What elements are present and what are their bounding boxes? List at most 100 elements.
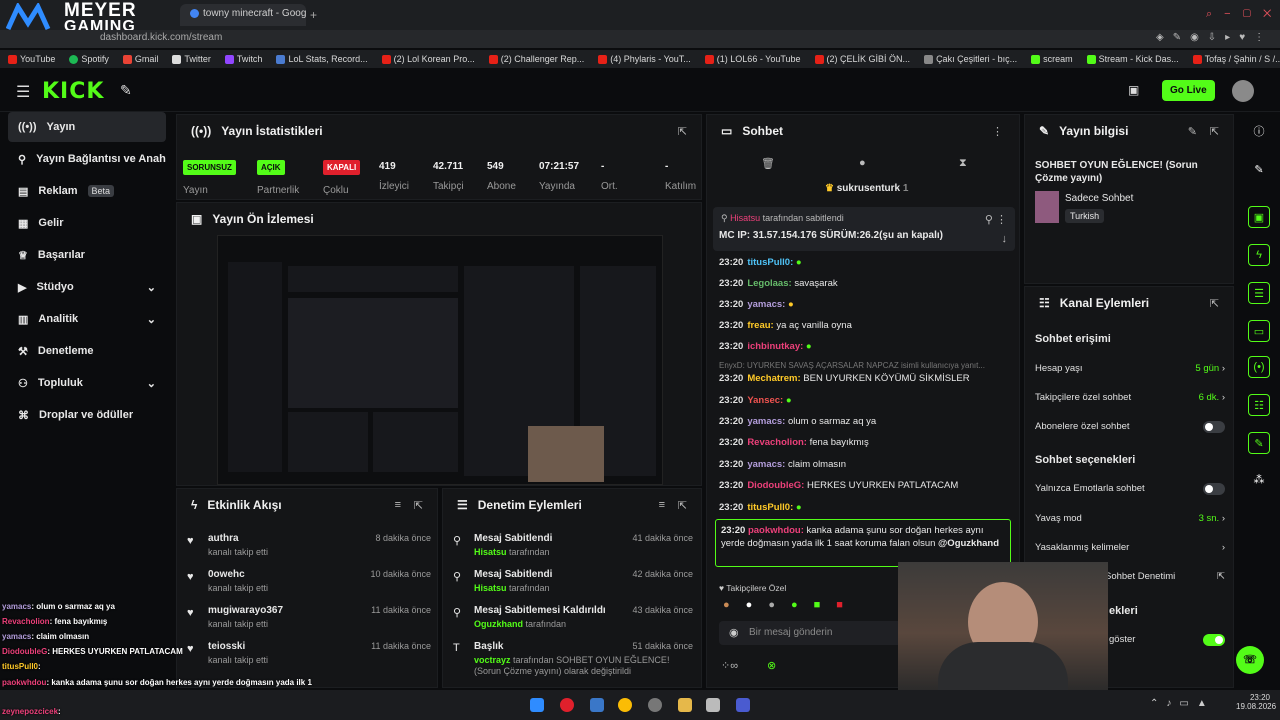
msg-mention[interactable]: @Oguzkhand — [938, 538, 999, 549]
msg-user[interactable]: titusPull0: — [747, 502, 793, 513]
msg-user[interactable]: ichbinutkay: — [747, 341, 803, 352]
msg-user[interactable]: titusPull0: — [747, 257, 793, 268]
activity-user[interactable]: 0owehc — [208, 569, 245, 580]
extension-icons[interactable]: ◈✎◉⇩▸♥⋮ — [1156, 32, 1273, 43]
video-rail-icon[interactable]: ▣ — [1248, 206, 1270, 228]
go-live-button[interactable]: Go Live — [1162, 80, 1215, 101]
address-bar[interactable]: dashboard.kick.com/stream ◈✎◉⇩▸♥⋮ — [0, 30, 1280, 48]
msg-user[interactable]: freau: — [747, 320, 773, 331]
window-controls[interactable]: ⌕−▢✕ — [1206, 8, 1280, 21]
bookmark-spotify[interactable]: Spotify — [69, 54, 109, 64]
pin-menu-icon[interactable]: ⚲ ⋮ — [985, 213, 1007, 226]
files-icon[interactable] — [590, 698, 604, 712]
top-user[interactable]: ♛ sukrusenturk 1 — [825, 183, 908, 194]
sidebar-item-analitik[interactable]: ▥ Analitik ⌄ — [8, 304, 166, 334]
msg-user[interactable]: Mechatrem: — [747, 373, 800, 384]
msg-user[interactable]: Revacholion: — [747, 437, 807, 448]
list-rail-icon[interactable]: ☰ — [1248, 282, 1270, 304]
clapper-icon[interactable]: ▣ — [1128, 83, 1139, 97]
hourglass-icon[interactable]: ⧗ — [959, 157, 967, 170]
popout-icon[interactable]: ⇱ — [678, 499, 687, 512]
emote-only-toggle[interactable] — [1203, 483, 1225, 495]
trash-icon[interactable]: 🗑 — [761, 157, 775, 170]
show-toggle[interactable] — [1203, 634, 1225, 646]
app2-icon[interactable] — [706, 698, 720, 712]
chat-input[interactable]: ◉ Bir mesaj gönderin — [719, 621, 911, 645]
kick-icon[interactable]: ⊗ — [767, 659, 776, 672]
windows-start-icon[interactable] — [530, 698, 544, 712]
sidebar-item-topluluk[interactable]: ⚇ Topluluk ⌄ — [8, 368, 166, 398]
message-icon[interactable]: ● — [859, 157, 866, 169]
msg-user[interactable]: yamacs: — [747, 299, 785, 310]
popout-icon[interactable]: ⇱ — [1210, 297, 1219, 310]
moderation-user[interactable]: Hisatsu — [474, 583, 507, 593]
filter-icon[interactable]: ≡ — [395, 499, 401, 511]
popout-icon[interactable]: ⇱ — [414, 499, 423, 512]
expand-icon[interactable]: ↓ — [1002, 233, 1008, 245]
bookmark-lol66[interactable]: (1) LOL66 - YouTube — [704, 54, 801, 64]
bookmark-lolkorean[interactable]: (2) Lol Korean Pro... — [381, 54, 475, 64]
setting-row[interactable]: Hesap yaşı 5 gün › — [1035, 363, 1225, 374]
setting-row[interactable]: Yavaş mod 3 sn. › — [1035, 513, 1225, 524]
activity-user[interactable]: authra — [208, 533, 239, 544]
setting-row[interactable]: Takipçilere özel sohbet 6 dk. › — [1035, 392, 1225, 403]
msg-user[interactable]: Yansec: — [747, 395, 783, 406]
broadcast-rail-icon[interactable]: (•) — [1248, 356, 1270, 378]
bookmark-youtube[interactable]: YouTube — [8, 54, 55, 64]
msg-user[interactable]: yamacs: — [747, 459, 785, 470]
subscriber-only-toggle[interactable] — [1203, 421, 1225, 433]
more-icon[interactable]: ⋮ — [992, 125, 1003, 138]
emote-icon[interactable]: ● — [746, 599, 753, 613]
pinned-by[interactable]: Hisatsu — [730, 213, 760, 223]
bookmark-scream[interactable]: scream — [1031, 54, 1073, 64]
emote-icon[interactable]: ● — [791, 599, 798, 613]
add-widget-icon[interactable]: ⁂ — [1248, 468, 1270, 490]
opera-icon[interactable] — [560, 698, 574, 712]
users-icon[interactable]: ⁘∞ — [721, 659, 738, 672]
bookmark-gmail[interactable]: Gmail — [122, 54, 158, 64]
new-tab-button[interactable]: + — [310, 8, 317, 22]
bookmark-tofas[interactable]: Tofaş / Şahin / S /... — [1192, 54, 1280, 64]
filter-icon[interactable]: ≡ — [659, 499, 665, 511]
bookmark-phylaris[interactable]: (4) Phylaris - YouT... — [598, 54, 691, 64]
avatar[interactable] — [1232, 80, 1254, 102]
bookmark-twitter[interactable]: Twitter — [172, 54, 211, 64]
emote-icon[interactable]: ● — [723, 599, 730, 613]
emote-icon[interactable]: ■ — [814, 599, 821, 613]
clock[interactable]: 23:20 19.08.2026 — [1236, 693, 1276, 711]
settings-icon[interactable]: ◉ — [729, 626, 739, 639]
chat-rail-icon[interactable]: ▭ — [1248, 320, 1270, 342]
browser-tab[interactable]: towny minecraft - Google — [180, 4, 306, 26]
app-icon[interactable] — [648, 698, 662, 712]
sidebar-item-yayin[interactable]: ((•)) Yayın — [8, 112, 166, 142]
sidebar-item-reklam[interactable]: ▤ Reklam Beta — [8, 176, 166, 206]
support-button[interactable]: ☏ — [1236, 646, 1264, 674]
msg-user[interactable]: DiodoubleG: — [747, 480, 804, 491]
sidebar-item-droplar[interactable]: ⌘ Droplar ve ödüller — [8, 400, 166, 430]
setting-row[interactable]: Yasaklanmış kelimeler › — [1035, 542, 1225, 553]
sidebar-item-studyo[interactable]: ▶ Stüdyo ⌄ — [8, 272, 166, 302]
edit-icon[interactable]: ✎ — [1188, 125, 1197, 138]
sidebar-item-basarilar[interactable]: ♕ Başarılar — [8, 240, 166, 270]
popout-icon[interactable]: ⇱ — [1210, 125, 1219, 138]
chrome-icon[interactable] — [618, 698, 632, 712]
moderation-user[interactable]: Oguzkhand — [474, 619, 523, 629]
bookmark-celik[interactable]: (2) ÇELİK GİBİ ÖN... — [814, 54, 910, 64]
bolt-rail-icon[interactable]: ϟ — [1248, 244, 1270, 266]
msg-user[interactable]: Legolaas: — [747, 278, 791, 289]
sidebar-item-link[interactable]: ⚲ Yayın Bağlantısı ve Anahtarı — [8, 144, 166, 174]
moderation-user[interactable]: voctrayz — [474, 655, 511, 665]
wrench-rail-icon[interactable]: ✎ — [1248, 432, 1270, 454]
msg-user[interactable]: paokwhdou: — [748, 525, 804, 536]
bookmark-challenger[interactable]: (2) Challenger Rep... — [488, 54, 584, 64]
bookmark-caki[interactable]: Çakı Çeşitleri - bıç... — [924, 54, 1017, 64]
pin-icon[interactable]: ✎ — [120, 82, 132, 99]
msg-user[interactable]: yamacs: — [747, 416, 785, 427]
info-icon[interactable]: ⓘ — [1248, 120, 1270, 142]
popout-icon[interactable]: ⇱ — [678, 125, 687, 138]
menu-icon[interactable]: ☰ — [16, 82, 30, 102]
sidebar-item-gelir[interactable]: ▦ Gelir — [8, 208, 166, 238]
bookmark-kick[interactable]: Stream - Kick Das... — [1086, 54, 1179, 64]
emote-icon[interactable]: ● — [768, 599, 775, 613]
kick-logo[interactable]: KICK — [42, 79, 104, 104]
